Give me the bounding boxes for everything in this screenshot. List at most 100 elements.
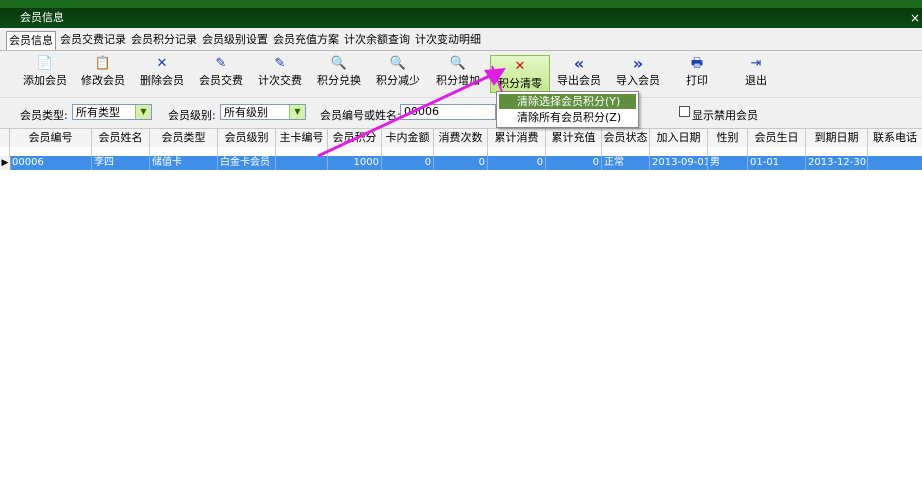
search-input[interactable]: 00006	[400, 104, 496, 120]
table-cell[interactable]: 2013-09-01	[650, 156, 708, 170]
table-cell[interactable]: 李四	[92, 156, 150, 170]
table-cell[interactable]: 00006	[10, 156, 92, 170]
table-cell[interactable]: 0	[488, 156, 546, 170]
table-cell[interactable]	[276, 156, 328, 170]
table-cell[interactable]: 0	[546, 156, 602, 170]
member-level-select[interactable]: 所有级别 ▼	[220, 104, 306, 120]
column-header[interactable]: 累计充值	[546, 129, 602, 147]
column-header[interactable]: 联系电话	[868, 129, 922, 147]
table-cell[interactable]: 储值卡	[150, 156, 218, 170]
column-header[interactable]: 会员级别	[218, 129, 276, 147]
show-disabled-label: 显示禁用会员	[692, 109, 758, 122]
pen-icon: ✎	[274, 56, 286, 71]
points-decrease-button[interactable]: 🔍 积分减少	[369, 53, 427, 95]
column-header[interactable]: 会员积分	[328, 129, 382, 147]
filter-cell[interactable]	[708, 147, 748, 156]
column-header[interactable]: 累计消费	[488, 129, 546, 147]
print-button[interactable]: 🖶 打印	[668, 53, 726, 95]
points-exchange-label: 积分兑换	[317, 74, 361, 87]
edit-member-button[interactable]: 📋 修改会员	[74, 53, 132, 95]
filter-cell[interactable]	[650, 147, 708, 156]
grid-header: 会员编号 会员姓名 会员类型 会员级别 主卡编号 会员积分 卡内金额 消费次数 …	[0, 128, 922, 148]
tab-payment-records[interactable]: 会员交费记录	[58, 31, 128, 49]
tab-count-balance[interactable]: 计次余额查询	[342, 31, 412, 49]
filter-cell[interactable]	[218, 147, 276, 156]
add-member-button[interactable]: 📄 添加会员	[16, 53, 74, 95]
points-clear-button[interactable]: ✕ 积分清零	[490, 55, 550, 93]
column-header[interactable]: 会员编号	[10, 129, 92, 147]
points-exchange-button[interactable]: 🔍 积分兑换	[310, 53, 368, 95]
exit-button[interactable]: ⇥ 退出	[727, 53, 785, 95]
top-strip	[0, 0, 922, 8]
tab-points-records[interactable]: 会员积分记录	[129, 31, 199, 49]
column-header[interactable]: 会员姓名	[92, 129, 150, 147]
export-member-button[interactable]: « 导出会员	[550, 53, 608, 95]
tab-member-info[interactable]: 会员信息	[6, 31, 56, 50]
table-cell[interactable]: 1000	[328, 156, 382, 170]
column-header[interactable]: 主卡编号	[276, 129, 328, 147]
filter-cell[interactable]	[748, 147, 806, 156]
magnifier-minus-icon: 🔍	[389, 56, 407, 71]
filter-cell[interactable]	[868, 147, 922, 156]
table-cell[interactable]: 0	[382, 156, 434, 170]
table-cell[interactable]	[868, 156, 922, 170]
points-decrease-label: 积分减少	[376, 74, 420, 87]
clear-icon: ✕	[514, 59, 526, 74]
clear-all-points-menu-item[interactable]: 清除所有会员积分(Z)	[499, 110, 636, 125]
table-cell[interactable]: 0	[434, 156, 488, 170]
filter-cell[interactable]	[92, 147, 150, 156]
table-cell[interactable]: 男	[708, 156, 748, 170]
column-header[interactable]: 会员生日	[748, 129, 806, 147]
member-payment-button[interactable]: ✎ 会员交费	[192, 53, 250, 95]
table-cell[interactable]: 2013-12-30	[806, 156, 868, 170]
filter-cell[interactable]	[488, 147, 546, 156]
table-row[interactable]: ▶ 00006 李四 储值卡 白金卡会员 1000 0 0 0 0 正常 201…	[0, 156, 922, 170]
table-cell[interactable]: 白金卡会员	[218, 156, 276, 170]
filter-cell[interactable]	[276, 147, 328, 156]
clear-selected-points-menu-item[interactable]: 清除选择会员积分(Y)	[499, 94, 636, 109]
member-payment-label: 会员交费	[199, 74, 243, 87]
column-header[interactable]: 卡内金额	[382, 129, 434, 147]
show-disabled-checkbox[interactable]	[679, 106, 690, 117]
count-payment-button[interactable]: ✎ 计次交费	[251, 53, 309, 95]
member-type-select[interactable]: 所有类型 ▼	[72, 104, 152, 120]
column-header[interactable]: 会员状态	[602, 129, 650, 147]
points-increase-button[interactable]: 🔍 积分增加	[429, 53, 487, 95]
delete-member-label: 删除会员	[140, 74, 184, 87]
column-header[interactable]: 加入日期	[650, 129, 708, 147]
filter-cell[interactable]	[546, 147, 602, 156]
filter-cell[interactable]	[328, 147, 382, 156]
filter-cell[interactable]	[382, 147, 434, 156]
column-header[interactable]: 会员类型	[150, 129, 218, 147]
filter-cell[interactable]	[602, 147, 650, 156]
delete-member-button[interactable]: ✕ 删除会员	[133, 53, 191, 95]
import-icon: »	[632, 54, 644, 73]
column-header[interactable]: 到期日期	[806, 129, 868, 147]
tab-count-details[interactable]: 计次变动明细	[413, 31, 483, 49]
filter-cell[interactable]	[150, 147, 218, 156]
column-header[interactable]: 消费次数	[434, 129, 488, 147]
table-cell[interactable]: 正常	[602, 156, 650, 170]
export-member-label: 导出会员	[557, 74, 601, 87]
header-indicator-cell	[0, 129, 10, 147]
tabs-bar: 会员信息 会员交费记录 会员积分记录 会员级别设置 会员充值方案 计次余额查询 …	[0, 28, 922, 51]
magnifier-icon: 🔍	[330, 56, 348, 71]
edit-member-label: 修改会员	[81, 74, 125, 87]
filter-cell[interactable]	[806, 147, 868, 156]
table-cell[interactable]: 01-01	[748, 156, 806, 170]
member-level-label: 会员级别:	[168, 109, 216, 122]
close-icon[interactable]: ×	[910, 8, 920, 28]
add-member-label: 添加会员	[23, 74, 67, 87]
chevron-down-icon[interactable]: ▼	[135, 105, 151, 119]
points-clear-dropdown-menu: 清除选择会员积分(Y) 清除所有会员积分(Z)	[496, 91, 639, 128]
filter-cell[interactable]	[10, 147, 92, 156]
chevron-down-icon[interactable]: ▼	[289, 105, 305, 119]
tab-level-settings[interactable]: 会员级别设置	[200, 31, 270, 49]
points-clear-label: 积分清零	[498, 77, 542, 90]
filter-cell[interactable]	[434, 147, 488, 156]
tab-recharge-plans[interactable]: 会员充值方案	[271, 31, 341, 49]
column-header[interactable]: 性别	[708, 129, 748, 147]
grid-empty-area[interactable]	[0, 170, 922, 499]
import-member-button[interactable]: » 导入会员	[609, 53, 667, 95]
count-payment-label: 计次交费	[258, 74, 302, 87]
